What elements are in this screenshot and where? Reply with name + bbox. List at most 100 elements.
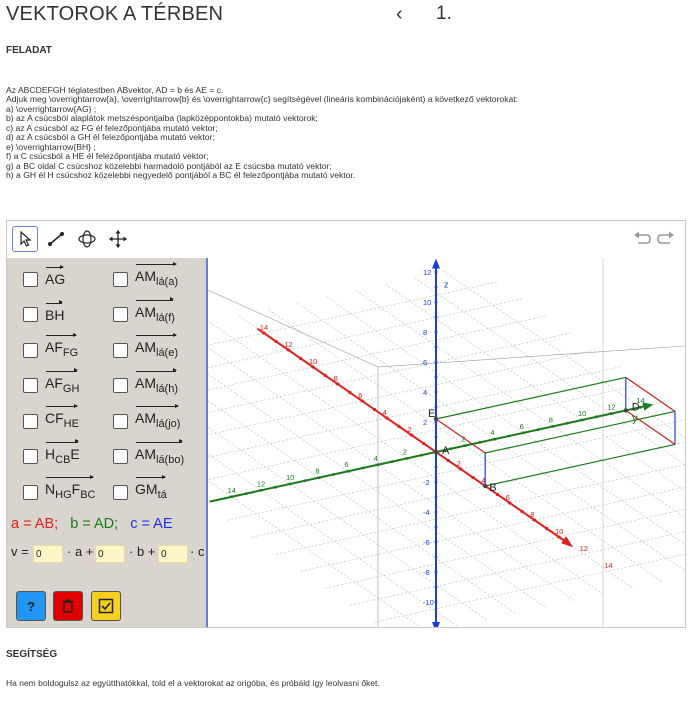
label-main: BH (45, 306, 65, 323)
z-tick (434, 585, 438, 589)
z-tick-label: 6 (423, 358, 427, 367)
y-tick (244, 492, 248, 495)
checkbox-box[interactable] (23, 307, 38, 322)
vector-checkbox[interactable]: AFGH (23, 368, 80, 401)
grid-line (208, 453, 458, 627)
3d-axes-svg[interactable]: ABDE12108642-2-4-6-8-1014121086422468101… (208, 258, 685, 627)
vector-checkbox[interactable]: GMtá (113, 474, 167, 507)
vector-checkbox[interactable]: AMlá(f) (113, 297, 175, 330)
label-sub: lá(f) (156, 311, 175, 324)
task-line: h) a GH él H csúcshoz közelebbi negyedel… (6, 170, 356, 181)
check-button[interactable] (91, 591, 121, 621)
label-sub: lá(e) (156, 347, 179, 359)
vector-checkbox[interactable]: AMlá(e) (113, 332, 179, 365)
label-main: N (45, 481, 56, 497)
vector-checkbox[interactable]: AMlá(jo) (113, 403, 180, 436)
vector-checkbox[interactable]: BH (23, 300, 64, 330)
checkbox-label: AMlá(f) (135, 297, 175, 325)
y-tick (361, 466, 365, 470)
y-tick-label: 14 (636, 396, 644, 405)
checkbox-box[interactable] (113, 271, 128, 287)
vector-checkbox[interactable]: NHGFBC (23, 474, 95, 507)
checkbox-label: GMtá (135, 474, 167, 502)
x-tick (372, 407, 377, 412)
redo-icon[interactable] (655, 229, 677, 249)
checkbox-box[interactable] (113, 413, 128, 429)
vertex-point (623, 408, 628, 413)
label-mid: F (71, 481, 81, 497)
delete-button[interactable] (53, 591, 83, 621)
y-tick (332, 473, 336, 476)
x-tick-label: 12 (580, 544, 588, 553)
checkbox-box[interactable] (23, 413, 38, 429)
vector-checkbox[interactable]: AMlá(a) (113, 261, 178, 294)
vector-checkbox[interactable]: AMlá(h) (113, 368, 178, 401)
z-tick (434, 570, 438, 574)
label-main: AM (135, 374, 156, 391)
checkbox-box[interactable] (113, 484, 128, 500)
z-tick-label: 4 (423, 388, 427, 397)
checkbox-box[interactable] (113, 342, 128, 358)
z-tick (434, 465, 438, 469)
checkbox-label: AG (45, 264, 65, 286)
checkbox-box[interactable] (113, 378, 128, 393)
y-tick (347, 469, 350, 473)
vertex-label: E (428, 408, 435, 420)
x-tick-label: 14 (604, 561, 612, 570)
graphics-3d-view[interactable]: A B D E 12 10 8 6 4 2 -2 -4 -6 -8 -10 14 12 10 8 6 4 2 2 4 6 8 10 1… (208, 258, 685, 627)
grid-line (208, 373, 546, 608)
vector-b-definition: b = AD; (70, 516, 119, 532)
coef-b-input[interactable]: 0 (95, 545, 125, 563)
y-tick (288, 482, 292, 486)
segment-icon[interactable] (43, 226, 69, 252)
move-view-icon[interactable] (105, 226, 131, 252)
vector-checkbox[interactable]: CFHE (23, 403, 79, 436)
checkbox-box[interactable] (113, 449, 128, 464)
grid-line (208, 281, 498, 346)
grid-line (326, 296, 685, 545)
z-tick (434, 300, 438, 304)
grid-line (349, 531, 685, 606)
y-tick-label: 2 (461, 435, 465, 444)
checkbox-label: AMlá(jo) (135, 403, 180, 431)
z-tick-label: 10 (423, 298, 431, 307)
label-sub: GH (62, 382, 80, 395)
y-tick (420, 453, 423, 457)
checkbox-box[interactable] (23, 342, 38, 358)
vector-checkbox[interactable]: AG (23, 264, 65, 294)
z-tick-label: -8 (423, 568, 430, 577)
label-main: AM (135, 268, 156, 284)
checkbox-box[interactable] (113, 307, 128, 322)
coef-c-input[interactable]: 0 (158, 545, 188, 563)
x-tick-label: 10 (309, 357, 317, 366)
checkbox-box[interactable] (23, 449, 38, 464)
pointer-icon[interactable] (12, 226, 38, 252)
vector-checkbox[interactable]: AFFG (23, 332, 78, 365)
geogebra-applet[interactable]: AG BH AFFG AFGH CFHE HCBE NHGFBC AMlá(a) AMlá(f… (6, 220, 686, 628)
previous-page-icon[interactable]: ‹ (396, 3, 403, 26)
y-axis-label: y (632, 412, 638, 424)
checkbox-box[interactable] (23, 484, 38, 500)
x-tick-label: 6 (506, 493, 510, 502)
checkbox-label: BH (45, 300, 65, 323)
grid-line (208, 383, 646, 480)
v-label: v (11, 544, 18, 559)
grid-line (374, 553, 685, 623)
z-tick (434, 285, 438, 289)
undo-icon[interactable] (631, 229, 653, 249)
vector-checkbox[interactable]: HCBE (23, 439, 80, 472)
coef-a-input[interactable]: 0 (33, 545, 63, 563)
vector-c-definition: c = AE (130, 516, 173, 532)
x-tick (299, 356, 303, 361)
checkbox-box[interactable] (23, 378, 38, 393)
help-button[interactable]: ? (16, 591, 46, 621)
checkbox-box[interactable] (23, 271, 38, 287)
y-tick (259, 489, 263, 492)
z-tick-label: -10 (423, 598, 434, 607)
label-main: AM (135, 410, 156, 426)
rotate-view-icon[interactable] (74, 226, 100, 252)
label-main: H (45, 445, 56, 462)
vector-checkbox[interactable]: AMlá(bo) (113, 439, 184, 472)
combination-line: v = (11, 544, 29, 564)
label-main: AF (45, 374, 63, 391)
